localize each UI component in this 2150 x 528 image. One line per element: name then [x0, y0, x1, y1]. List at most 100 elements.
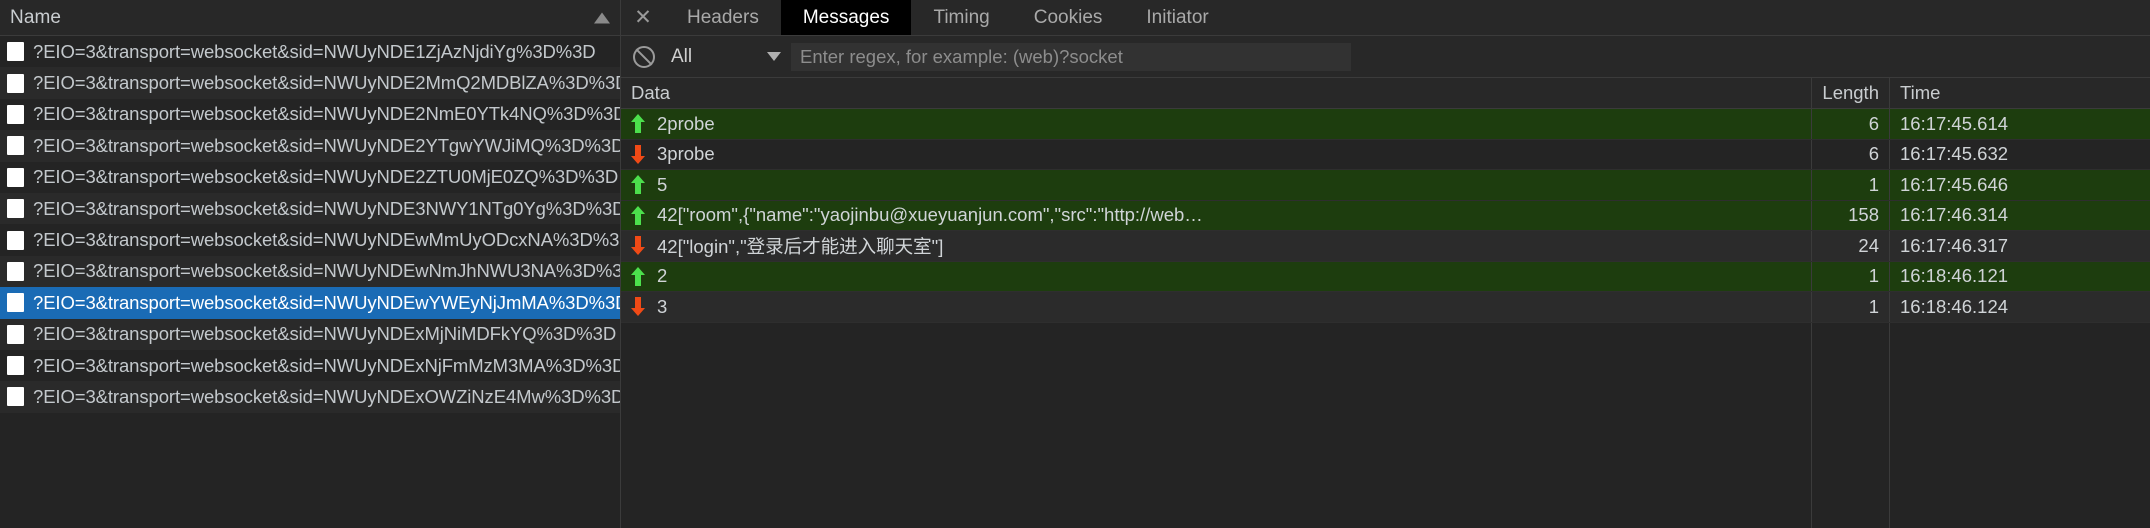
- message-data-cell: 42["login","登录后才能进入聊天室"]: [621, 231, 1812, 261]
- message-data-cell: 5: [621, 170, 1812, 200]
- request-list[interactable]: ?EIO=3&transport=websocket&sid=NWUyNDE1Z…: [0, 36, 620, 528]
- request-list-item[interactable]: ?EIO=3&transport=websocket&sid=NWUyNDE2Y…: [0, 130, 620, 162]
- tab-headers[interactable]: Headers: [665, 0, 781, 35]
- request-list-item[interactable]: ?EIO=3&transport=websocket&sid=NWUyNDEwY…: [0, 287, 620, 319]
- websocket-file-icon: [7, 261, 24, 281]
- message-data-text: 2: [657, 265, 668, 287]
- message-length-cell: 6: [1812, 139, 1890, 169]
- message-length-cell: 24: [1812, 231, 1890, 261]
- close-icon[interactable]: ✕: [621, 0, 665, 35]
- message-data-cell: 3: [621, 292, 1812, 322]
- request-detail-panel: ✕ Headers Messages Timing Cookies Initiator …: [620, 0, 2150, 528]
- name-column-header[interactable]: Name: [0, 0, 620, 36]
- request-list-item[interactable]: ?EIO=3&transport=websocket&sid=NWUyNDE1Z…: [0, 36, 620, 68]
- message-row[interactable]: 42["room",{"name":"yaojinbu@xueyuanjun.c…: [621, 200, 2150, 231]
- request-list-item[interactable]: ?EIO=3&transport=websocket&sid=NWUyNDEwN…: [0, 255, 620, 288]
- message-row[interactable]: 3probe 6 16:17:45.632: [621, 139, 2150, 170]
- websocket-file-icon: [7, 230, 24, 250]
- tab-messages[interactable]: Messages: [780, 0, 912, 35]
- message-length-cell: 1: [1812, 261, 1890, 291]
- arrow-up-green-icon: [631, 175, 645, 195]
- arrow-down-orange-icon: [631, 297, 645, 317]
- column-header-data[interactable]: Data: [621, 78, 1812, 108]
- message-data-text: 3probe: [657, 143, 715, 165]
- request-name-label: ?EIO=3&transport=websocket&sid=NWUyNDE1Z…: [33, 40, 596, 62]
- request-name-label: ?EIO=3&transport=websocket&sid=NWUyNDE2Y…: [33, 134, 620, 156]
- request-list-item[interactable]: ?EIO=3&transport=websocket&sid=NWUyNDE2M…: [0, 67, 620, 99]
- devtools-network-panel: Name ?EIO=3&transport=websocket&sid=NWUy…: [0, 0, 2150, 528]
- request-list-item[interactable]: ?EIO=3&transport=websocket&sid=NWUyNDExN…: [0, 349, 620, 382]
- message-data-text: 42["login","登录后才能进入聊天室"]: [657, 235, 944, 257]
- messages-table-body[interactable]: 2probe 6 16:17:45.614 3probe 6 16:17:45.632 5 1…: [621, 109, 2150, 528]
- arrow-down-orange-icon: [631, 144, 645, 164]
- arrow-down-orange-icon: [631, 236, 645, 256]
- request-name-label: ?EIO=3&transport=websocket&sid=NWUyNDExN…: [33, 354, 620, 376]
- request-list-item[interactable]: ?EIO=3&transport=websocket&sid=NWUyNDExM…: [0, 318, 620, 350]
- message-data-cell: 42["room",{"name":"yaojinbu@xueyuanjun.c…: [621, 200, 1812, 230]
- message-data-cell: 2probe: [621, 109, 1812, 139]
- message-row[interactable]: 5 1 16:17:45.646: [621, 170, 2150, 201]
- tab-cookies[interactable]: Cookies: [1012, 0, 1125, 35]
- detail-tab-bar: ✕ Headers Messages Timing Cookies Initiator: [621, 0, 2150, 36]
- column-header-time[interactable]: Time: [1890, 78, 2150, 108]
- websocket-file-icon: [7, 136, 24, 156]
- name-column-label: Name: [10, 6, 62, 28]
- message-data-text: 42["room",{"name":"yaojinbu@xueyuanjun.c…: [657, 204, 1203, 226]
- tab-initiator[interactable]: Initiator: [1124, 0, 1230, 35]
- message-time-cell: 16:17:45.646: [1900, 173, 2009, 195]
- message-time-cell: 16:17:46.314: [1900, 204, 2009, 226]
- request-name-label: ?EIO=3&transport=websocket&sid=NWUyNDE2N…: [33, 103, 620, 125]
- message-time-cell: 16:18:46.124: [1900, 295, 2009, 317]
- tab-list: Headers Messages Timing Cookies Initiator: [665, 0, 1231, 35]
- message-length-cell: 6: [1812, 109, 1890, 139]
- message-row[interactable]: 42["login","登录后才能进入聊天室"] 24 16:17:46.317: [621, 231, 2150, 262]
- messages-table: Data Length Time 2probe 6 16:17:45.614 3pro…: [621, 78, 2150, 528]
- websocket-file-icon: [7, 293, 24, 313]
- request-list-item[interactable]: ?EIO=3&transport=websocket&sid=NWUyNDEwM…: [0, 224, 620, 256]
- regex-filter-input[interactable]: [791, 42, 1351, 71]
- tab-timing[interactable]: Timing: [911, 0, 1011, 35]
- message-time-cell: 16:17:45.632: [1900, 143, 2009, 165]
- message-type-filter-value: All: [671, 45, 693, 67]
- message-filter-bar: All: [621, 36, 2150, 78]
- message-data-text: 2probe: [657, 112, 715, 134]
- messages-table-header: Data Length Time: [621, 78, 2150, 109]
- chevron-down-icon: [767, 52, 781, 61]
- message-data-cell: 2: [621, 261, 1812, 291]
- message-time-cell: 16:17:46.317: [1900, 234, 2009, 256]
- websocket-file-icon: [7, 104, 24, 124]
- message-row[interactable]: 2 1 16:18:46.121: [621, 261, 2150, 292]
- websocket-file-icon: [7, 199, 24, 219]
- request-name-label: ?EIO=3&transport=websocket&sid=NWUyNDE2M…: [33, 72, 620, 94]
- message-length-cell: 1: [1812, 170, 1890, 200]
- sort-ascending-arrow-icon[interactable]: [594, 12, 610, 23]
- message-row[interactable]: 2probe 6 16:17:45.614: [621, 109, 2150, 140]
- messages-empty-area: [621, 322, 2150, 528]
- clear-filter-no-entry-icon[interactable]: [633, 45, 655, 68]
- websocket-file-icon: [7, 356, 24, 376]
- request-list-item[interactable]: ?EIO=3&transport=websocket&sid=NWUyNDE3N…: [0, 192, 620, 225]
- arrow-up-green-icon: [631, 205, 645, 225]
- websocket-file-icon: [7, 324, 24, 344]
- request-list-item[interactable]: ?EIO=3&transport=websocket&sid=NWUyNDExO…: [0, 381, 620, 413]
- message-data-text: 3: [657, 295, 668, 317]
- message-type-filter[interactable]: All: [671, 46, 781, 68]
- websocket-file-icon: [7, 167, 24, 187]
- request-list-item[interactable]: ?EIO=3&transport=websocket&sid=NWUyNDE2Z…: [0, 161, 620, 193]
- messages-empty-time-column: [1890, 323, 2150, 528]
- arrow-up-green-icon: [631, 266, 645, 286]
- message-row[interactable]: 3 1 16:18:46.124: [621, 292, 2150, 323]
- request-name-label: ?EIO=3&transport=websocket&sid=NWUyNDExO…: [33, 385, 620, 407]
- message-data-cell: 3probe: [621, 139, 1812, 169]
- request-list-item[interactable]: ?EIO=3&transport=websocket&sid=NWUyNDE2N…: [0, 98, 620, 131]
- request-name-label: ?EIO=3&transport=websocket&sid=NWUyNDEwM…: [33, 229, 620, 251]
- websocket-file-icon: [7, 42, 24, 62]
- column-header-length[interactable]: Length: [1812, 78, 1890, 108]
- arrow-up-green-icon: [631, 114, 645, 134]
- request-name-label: ?EIO=3&transport=websocket&sid=NWUyNDE3N…: [33, 197, 620, 219]
- messages-empty-data-column: [621, 322, 1812, 528]
- request-list-panel: Name ?EIO=3&transport=websocket&sid=NWUy…: [0, 0, 620, 528]
- websocket-file-icon: [7, 73, 24, 93]
- message-time-cell: 16:18:46.121: [1900, 265, 2009, 287]
- request-name-label: ?EIO=3&transport=websocket&sid=NWUyNDE2Z…: [33, 166, 619, 188]
